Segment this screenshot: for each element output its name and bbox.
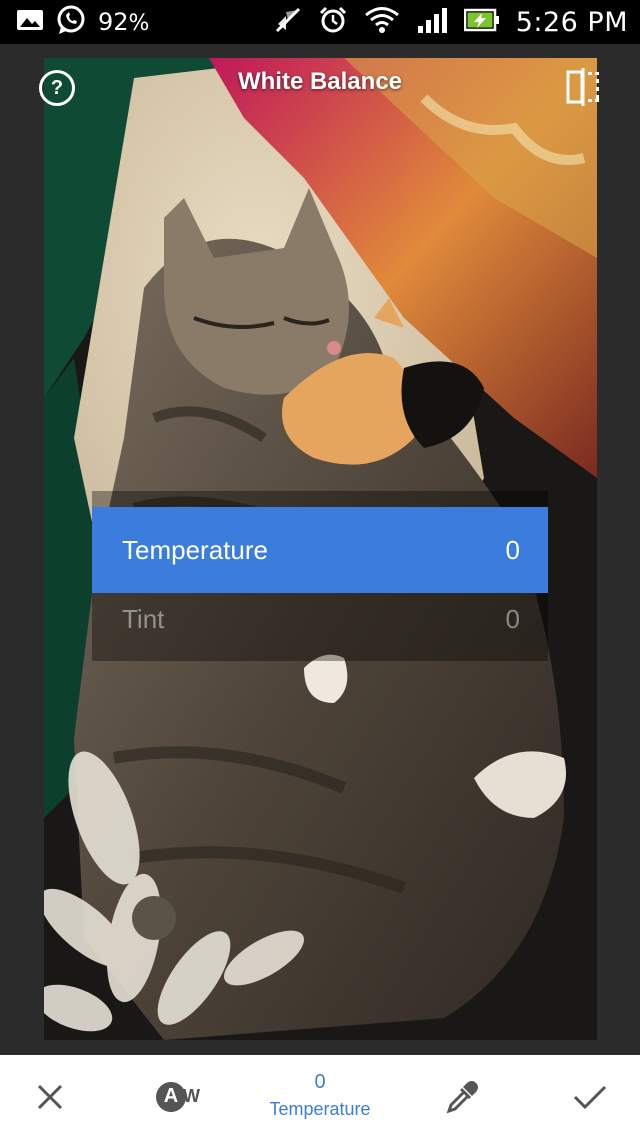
battery-percent-sign: % [128, 11, 150, 36]
auto-wb-suffix: W [183, 1086, 200, 1106]
menu-item-value: 0 [505, 534, 520, 565]
gallery-icon [16, 8, 44, 36]
menu-item-label: Temperature [122, 534, 268, 565]
adjust-menu: Temperature 0 Tint 0 [92, 491, 548, 661]
auto-wb-letter: A [156, 1081, 186, 1112]
status-bar: 92% 5:26 PM [0, 0, 640, 44]
muted-icon [274, 6, 302, 38]
menu-item-label: Tint [122, 603, 165, 634]
battery-charging-icon [463, 7, 500, 37]
cancel-button[interactable] [20, 1055, 80, 1138]
current-adjustment-value: 0 [314, 1071, 326, 1093]
page-title: White Balance [237, 68, 403, 95]
auto-wb-icon: A W [156, 1081, 200, 1112]
wifi-icon [364, 6, 400, 38]
whatsapp-icon [56, 5, 86, 39]
check-icon [573, 1085, 607, 1109]
battery-percent: 92% [98, 8, 149, 36]
battery-percent-value: 92 [98, 8, 129, 36]
alarm-icon [318, 5, 348, 39]
compare-button[interactable] [566, 68, 600, 106]
menu-item-value: 0 [505, 603, 520, 634]
current-adjustment[interactable]: 0 Temperature [230, 1069, 410, 1123]
status-left: 92% [16, 0, 149, 44]
menu-item-tint[interactable]: Tint 0 [92, 577, 548, 661]
apply-button[interactable] [560, 1055, 620, 1138]
compare-icon [566, 68, 599, 106]
status-right: 5:26 PM [274, 0, 628, 44]
auto-white-balance-button[interactable]: A W [148, 1055, 208, 1138]
signal-icon [416, 6, 448, 38]
clock: 5:26 PM [515, 6, 628, 38]
color-picker-button[interactable] [432, 1055, 492, 1138]
eyedropper-icon [446, 1080, 478, 1113]
close-icon [37, 1084, 63, 1109]
current-adjustment-label: Temperature [269, 1099, 371, 1119]
bottom-toolbar: A W 0 Temperature [0, 1055, 640, 1138]
